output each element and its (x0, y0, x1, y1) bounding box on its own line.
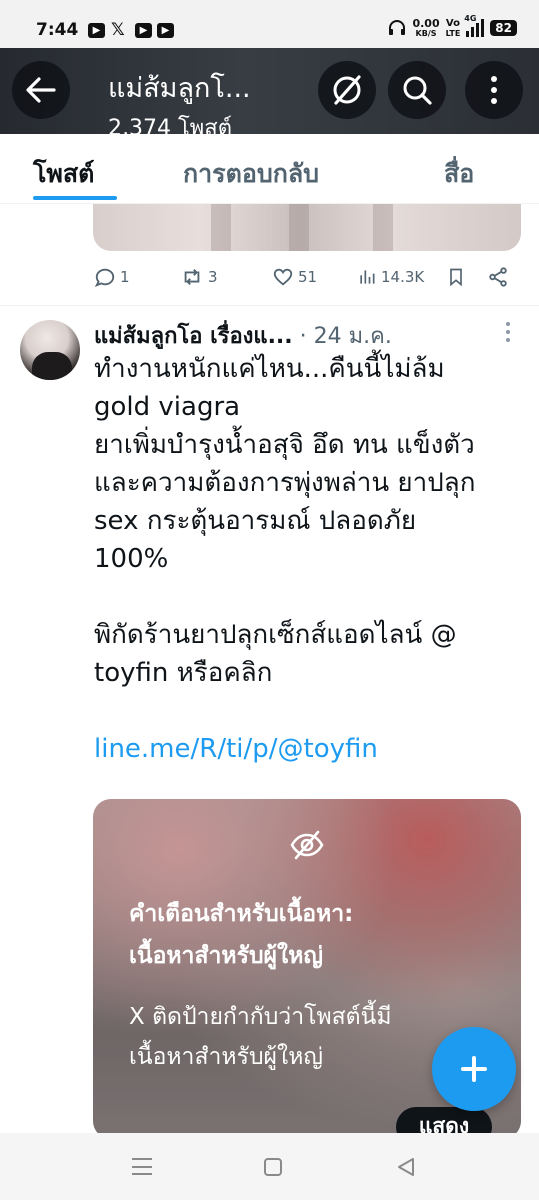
avatar[interactable] (20, 320, 80, 380)
post-text-line: sex กระตุ้นอารมณ์ ปลอดภัย (94, 506, 417, 536)
compose-button[interactable] (432, 1027, 516, 1111)
back-button[interactable] (12, 61, 70, 119)
post-text-line: ทำงานหนักแค่ไหน...คืนนี้ไม่ล้ม (94, 354, 445, 384)
search-button[interactable] (388, 61, 446, 119)
network-speed: 0.00 KB/S (412, 17, 440, 38)
share-button[interactable] (487, 266, 509, 288)
more-vertical-icon (491, 76, 497, 104)
bookmark-icon (450, 268, 462, 287)
post-text-line: และความต้องการพุ่งพล่าน ยาปลุก (94, 468, 476, 498)
post-text-line: toyfin หรือคลิก (94, 658, 273, 688)
system-navigation-bar (0, 1133, 539, 1200)
author-name[interactable]: แม่ส้มลูกโอ เรื่องแ... (94, 324, 293, 349)
post-count: 2,374 โพสต์ (108, 116, 233, 134)
views-button[interactable]: 14.3K (357, 266, 424, 288)
recent-apps-icon[interactable] (132, 1158, 152, 1175)
grok-button[interactable] (318, 61, 376, 119)
post-more-icon[interactable] (506, 322, 510, 342)
post-text-line: พิกัดร้านยาปลุกเซ็กส์แอดไลน์ @ (94, 620, 457, 650)
tab-posts[interactable]: โพสต์ (33, 154, 94, 194)
like-button[interactable]: 51 (272, 266, 317, 288)
post-text-line: gold viagra (94, 392, 241, 422)
post-header: แม่ส้มลูกโอ เรื่องแ... · 24 ม.ค. (94, 318, 392, 353)
post-text-line: 100% (94, 544, 169, 574)
status-bar: 7:44 ▶ 𝕏 ▶ ▶ 0.00 KB/S Vo LTE 4G 82 (0, 0, 539, 48)
grok-icon (333, 75, 361, 105)
repost-icon (184, 269, 200, 285)
previous-post-image[interactable] (93, 204, 521, 251)
profile-title: แม่ส้มลูกโ... (108, 73, 251, 104)
views-icon (360, 270, 375, 284)
battery-icon: 82 (490, 20, 517, 36)
previous-post-actions: 1 3 51 14.3K (0, 262, 539, 296)
volte-indicator: Vo LTE (445, 18, 461, 38)
repost-count: 3 (208, 268, 218, 286)
signal-icon: 4G (464, 14, 485, 37)
heart-icon (273, 268, 293, 286)
content-warning-title: คำเตือนสำหรับเนื้อหา: เนื้อหาสำหรับผู้ให… (129, 901, 354, 969)
view-count: 14.3K (381, 268, 425, 286)
reply-button[interactable]: 1 (94, 266, 130, 288)
eye-off-icon (290, 830, 324, 860)
search-icon (403, 76, 432, 105)
x-notification-icon: 𝕏 (111, 20, 125, 40)
profile-header: แม่ส้มลูกโ... 2,374 โพสต์ (0, 48, 539, 134)
back-arrow-icon (26, 77, 56, 103)
share-icon (489, 267, 507, 287)
profile-tabs: โพสต์ การตอบกลับ สื่อ (0, 134, 539, 204)
tab-media[interactable]: สื่อ (444, 154, 474, 194)
more-options-button[interactable] (465, 61, 523, 119)
meta-separator: · (299, 324, 307, 349)
headphones-icon (389, 20, 406, 35)
repost-button[interactable]: 3 (180, 266, 218, 288)
post-text-line: ยาเพิ่มบำรุงน้ำอสุจิ อึด ทน แข็งตัว (94, 430, 475, 460)
bookmark-button[interactable] (446, 266, 466, 288)
home-icon[interactable] (264, 1158, 282, 1176)
back-triangle-icon[interactable] (396, 1157, 416, 1177)
post-timestamp[interactable]: 24 ม.ค. (314, 324, 392, 349)
youtube-notification-icon: ▶ (135, 23, 152, 38)
post-divider (0, 305, 539, 306)
active-tab-indicator (33, 196, 117, 200)
youtube-notification-icon: ▶ (88, 23, 105, 38)
tab-replies[interactable]: การตอบกลับ (183, 154, 319, 194)
reply-count: 1 (120, 268, 130, 286)
like-count: 51 (298, 268, 318, 286)
reply-icon (94, 268, 115, 287)
post-link[interactable]: line.me/R/ti/p/@toyfin (94, 730, 524, 768)
post-body: ทำงานหนักแค่ไหน...คืนนี้ไม่ล้ม gold viag… (94, 350, 524, 768)
youtube-notification-icon: ▶ (157, 23, 174, 38)
status-time: 7:44 (36, 20, 79, 40)
